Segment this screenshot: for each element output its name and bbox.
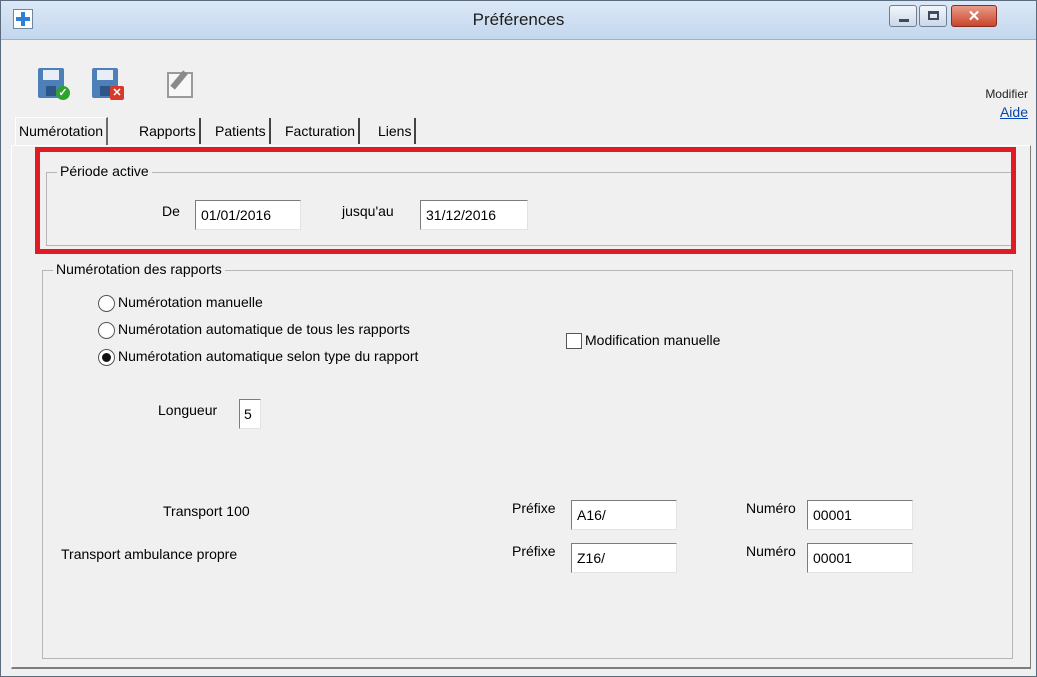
check-icon: ✓ bbox=[56, 86, 70, 100]
tab-rapports[interactable]: Rapports bbox=[136, 118, 201, 144]
to-label: jusqu'au bbox=[342, 203, 394, 219]
period-legend: Période active bbox=[57, 163, 152, 179]
numbering-legend: Numérotation des rapports bbox=[53, 261, 225, 277]
save-confirm-button[interactable]: ✓ bbox=[38, 68, 70, 100]
number-field-transport-ambulance[interactable]: 00001 bbox=[807, 543, 913, 573]
cross-icon: ✕ bbox=[110, 86, 124, 100]
title-bar[interactable]: Préférences ✕ bbox=[1, 1, 1036, 40]
close-icon: ✕ bbox=[967, 8, 981, 25]
edit-button[interactable] bbox=[164, 68, 196, 100]
to-date-field[interactable]: 31/12/2016 bbox=[420, 200, 528, 230]
tab-numerotation[interactable]: Numérotation bbox=[15, 117, 109, 145]
radio-manual-numbering[interactable] bbox=[98, 295, 115, 312]
prefix-field-transport-ambulance[interactable]: Z16/ bbox=[571, 543, 677, 573]
prefix-label: Préfixe bbox=[512, 543, 556, 559]
prefix-label: Préfixe bbox=[512, 500, 556, 516]
number-field-transport-100[interactable]: 00001 bbox=[807, 500, 913, 530]
tab-facturation[interactable]: Facturation bbox=[282, 118, 361, 144]
from-label: De bbox=[162, 203, 180, 219]
tab-panel-numerotation: Période active De 01/01/2016 jusqu'au 31… bbox=[11, 145, 1031, 669]
numbering-groupbox: Numérotation des rapports Numérotation m… bbox=[42, 261, 1013, 659]
radio-label-auto-all: Numérotation automatique de tous les rap… bbox=[118, 321, 410, 337]
toolbar: ✓ ✕ Modifier Aide bbox=[1, 41, 1036, 120]
radio-label-auto-by-type: Numérotation automatique selon type du r… bbox=[118, 348, 419, 364]
tab-patients[interactable]: Patients bbox=[212, 118, 271, 144]
help-link[interactable]: Aide bbox=[1000, 104, 1028, 120]
from-date-field[interactable]: 01/01/2016 bbox=[195, 200, 301, 230]
radio-label-manual: Numérotation manuelle bbox=[118, 294, 263, 310]
length-field[interactable]: 5 bbox=[239, 399, 261, 429]
preferences-window: Préférences ✕ ✓ ✕ Modifier Aide Numérota… bbox=[0, 0, 1037, 677]
manual-edit-label: Modification manuelle bbox=[585, 332, 721, 348]
number-label: Numéro bbox=[746, 543, 796, 559]
window-title: Préférences bbox=[472, 10, 565, 29]
minimize-icon bbox=[899, 19, 909, 22]
manual-edit-checkbox[interactable] bbox=[566, 333, 582, 349]
prefix-field-transport-100[interactable]: A16/ bbox=[571, 500, 677, 530]
modify-label: Modifier bbox=[985, 87, 1028, 101]
maximize-button[interactable] bbox=[919, 5, 947, 27]
tab-liens[interactable]: Liens bbox=[375, 118, 417, 144]
maximize-icon bbox=[928, 11, 939, 20]
radio-auto-by-type[interactable] bbox=[98, 349, 115, 366]
row-name-transport-ambulance: Transport ambulance propre bbox=[61, 546, 238, 562]
close-button[interactable]: ✕ bbox=[951, 5, 997, 27]
number-label: Numéro bbox=[746, 500, 796, 516]
save-cancel-button[interactable]: ✕ bbox=[92, 68, 124, 100]
period-groupbox: Période active De 01/01/2016 jusqu'au 31… bbox=[46, 163, 1014, 246]
length-label: Longueur bbox=[158, 402, 218, 418]
radio-auto-all[interactable] bbox=[98, 322, 115, 339]
row-name-transport-100: Transport 100 bbox=[163, 503, 250, 519]
minimize-button[interactable] bbox=[889, 5, 917, 27]
